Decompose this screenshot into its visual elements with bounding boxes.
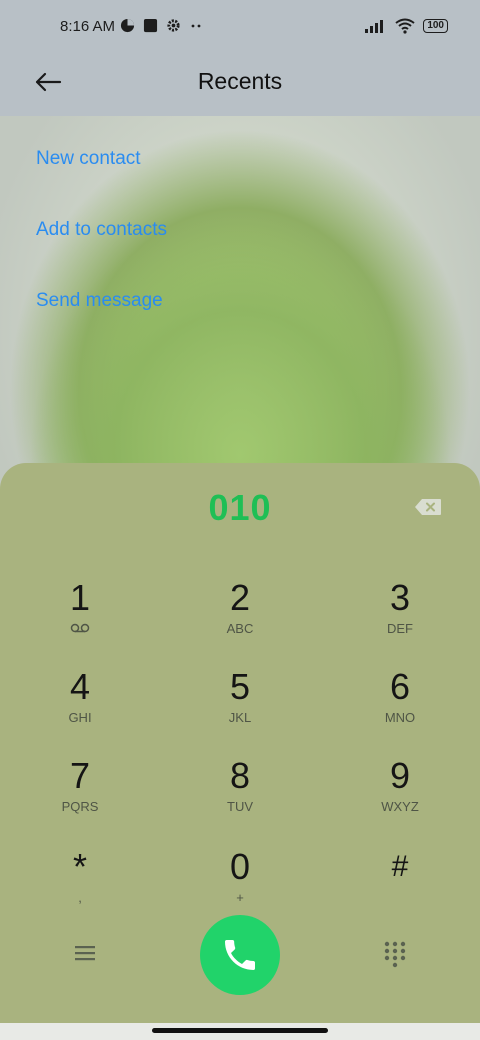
gear-icon [167, 19, 180, 32]
dial-key-1[interactable]: 1 [20, 578, 140, 658]
dial-key-3[interactable]: 3 DEF [340, 578, 460, 658]
dialpad-panel: 010 1 2 ABC 3 DEF 4 GHI 5 JKL 6 MNO 7 PQ… [0, 463, 480, 1023]
dial-key-7[interactable]: 7 PQRS [20, 756, 140, 836]
status-time: 8:16 AM [60, 18, 116, 35]
backspace-icon[interactable] [414, 498, 442, 516]
dial-key-6[interactable]: 6 MNO [340, 667, 460, 747]
home-indicator[interactable] [152, 1028, 328, 1033]
dialed-number: 010 [208, 487, 272, 528]
more-notifications-icon [191, 24, 201, 27]
dial-key-9[interactable]: 9 WXYZ [340, 756, 460, 836]
signal-icon [365, 20, 384, 33]
status-bar: 8:16 AM 100 [0, 0, 480, 56]
dial-key-5[interactable]: 5 JKL [180, 667, 300, 747]
system-nav-bar [0, 1023, 480, 1040]
app-notification-icon [143, 18, 158, 33]
send-message-link[interactable]: Send message [36, 290, 163, 312]
dial-key-hash[interactable]: # [340, 847, 460, 927]
add-to-contacts-link[interactable]: Add to contacts [36, 219, 167, 241]
dialpad-toggle-icon[interactable] [383, 940, 407, 968]
battery-indicator: 100 [423, 19, 448, 33]
dial-key-2[interactable]: 2 ABC [180, 578, 300, 658]
app-header: Recents [0, 56, 480, 116]
menu-icon[interactable] [72, 943, 98, 963]
dial-key-star[interactable]: * , [20, 847, 140, 927]
call-button[interactable] [200, 915, 280, 995]
page-title: Recents [197, 68, 283, 94]
phone-icon [225, 940, 255, 970]
dial-key-8[interactable]: 8 TUV [180, 756, 300, 836]
data-saver-icon [120, 18, 135, 33]
dial-key-4[interactable]: 4 GHI [20, 667, 140, 747]
voicemail-icon [70, 623, 90, 633]
new-contact-link[interactable]: New contact [36, 148, 141, 170]
wifi-icon [395, 18, 415, 34]
